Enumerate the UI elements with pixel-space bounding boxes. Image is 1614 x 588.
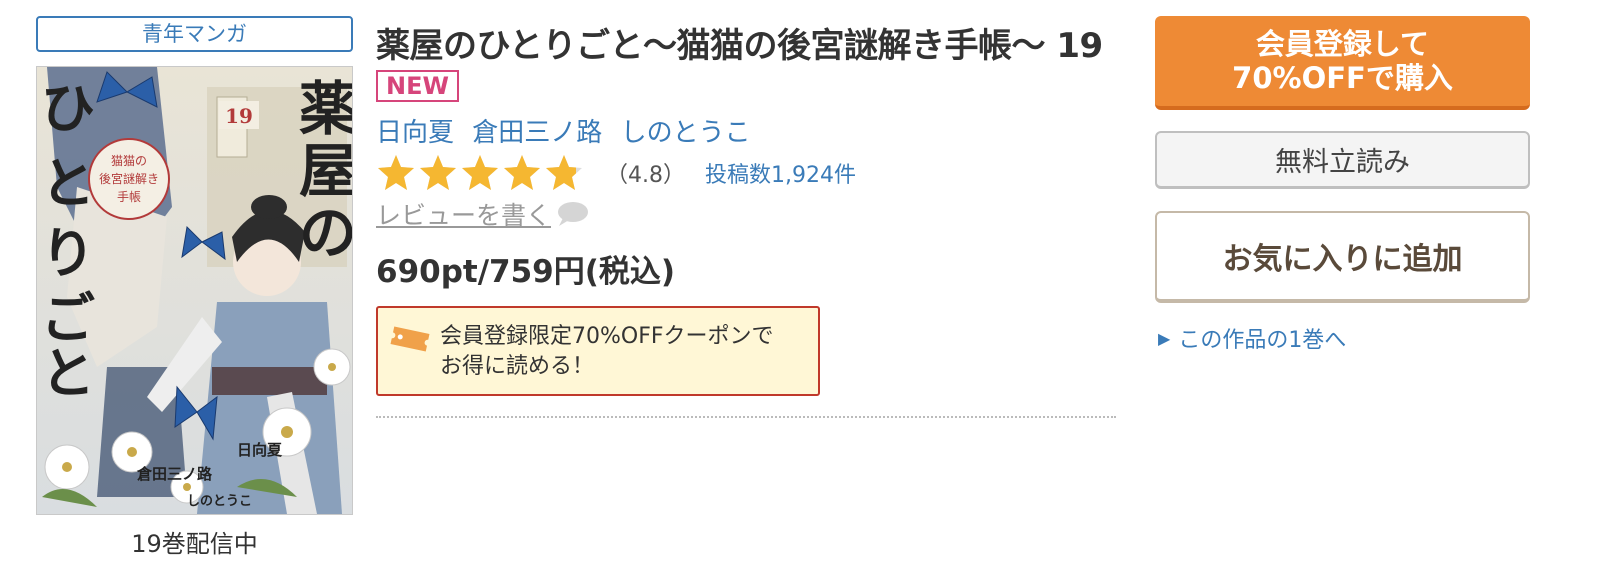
author-list: 日向夏 倉田三ノ路 しのとうこ <box>376 112 761 149</box>
coupon-notice: 会員登録限定70%OFFクーポンで お得に読める！ <box>376 306 820 396</box>
favorite-button-label: お気に入りに追加 <box>1222 242 1463 277</box>
free-trial-read-button[interactable]: 無料立読み <box>1155 131 1530 189</box>
cover-title-char: と <box>41 341 95 405</box>
triangle-right-icon: ▶ <box>1158 328 1171 348</box>
speech-bubble-icon <box>558 202 589 226</box>
cover-artwork: 薬 屋 の ひ と り ご と 猫猫の 後宮謎解き 手帳 19 日向夏 倉田三ノ… <box>37 67 352 514</box>
cover-subtitle-line: 手帳 <box>117 190 141 204</box>
coupon-text-line: お得に読める！ <box>440 354 595 379</box>
author-link[interactable]: 倉田三ノ路 <box>472 118 602 148</box>
cover-title-char: り <box>41 221 95 285</box>
author-link[interactable]: しのとうこ <box>621 118 751 148</box>
add-to-favorites-button[interactable]: お気に入りに追加 <box>1155 211 1530 303</box>
cover-title-char: の <box>299 199 352 267</box>
ticket-icon <box>390 326 430 352</box>
book-title: 薬屋のひとりごと〜猫猫の後宮謎解き手帳〜 19 <box>376 26 1103 66</box>
cover-credit: 日向夏 <box>237 441 283 459</box>
genre-tag[interactable]: 青年マンガ <box>36 16 353 52</box>
cover-volume-number: 19 <box>225 104 253 128</box>
buy-button-label: 70%OFFで購入 <box>1232 61 1453 95</box>
star-icon <box>420 155 456 190</box>
price: 690pt/759円(税込) <box>376 254 676 290</box>
first-volume-label: この作品の1巻へ <box>1178 328 1347 353</box>
cover-credit: 倉田三ノ路 <box>136 465 213 483</box>
write-review-label: レビューを書く <box>376 201 552 230</box>
cover-credit: しのとうこ <box>187 494 252 509</box>
cover-subtitle-line: 猫猫の <box>111 154 147 168</box>
write-review-link[interactable]: レビューを書く <box>376 196 589 232</box>
first-volume-link[interactable]: ▶ この作品の1巻へ <box>1158 322 1346 354</box>
coupon-text-line: 会員登録限定70%OFFクーポンで <box>440 324 774 349</box>
star-icon <box>546 155 582 190</box>
author-link[interactable]: 日向夏 <box>376 118 454 148</box>
star-icon <box>504 155 540 190</box>
rating-value: （4.8） <box>606 163 685 188</box>
cover-title-char: ひ <box>41 76 95 140</box>
cover-title-char: 屋 <box>299 137 352 205</box>
cover-title-char: 薬 <box>299 75 352 143</box>
star-icon <box>378 155 414 190</box>
volumes-available: 19巻配信中 <box>131 530 258 558</box>
cover-subtitle-line: 後宮謎解き <box>99 171 159 186</box>
divider <box>376 416 1116 418</box>
rating-row: （4.8） 投稿数1,924件 <box>376 152 856 194</box>
buy-button-label: 会員登録して <box>1255 27 1430 61</box>
cover-title-char: と <box>41 151 95 215</box>
trial-button-label: 無料立読み <box>1275 147 1410 178</box>
member-register-buy-button[interactable]: 会員登録して 70%OFFで購入 <box>1155 16 1530 110</box>
star-rating <box>376 153 586 193</box>
review-count-link[interactable]: 投稿数1,924件 <box>705 157 856 189</box>
new-badge: NEW <box>376 70 459 102</box>
star-icon <box>462 155 498 190</box>
book-cover-image[interactable]: 薬 屋 の ひ と り ご と 猫猫の 後宮謎解き 手帳 19 日向夏 倉田三ノ… <box>36 66 353 515</box>
